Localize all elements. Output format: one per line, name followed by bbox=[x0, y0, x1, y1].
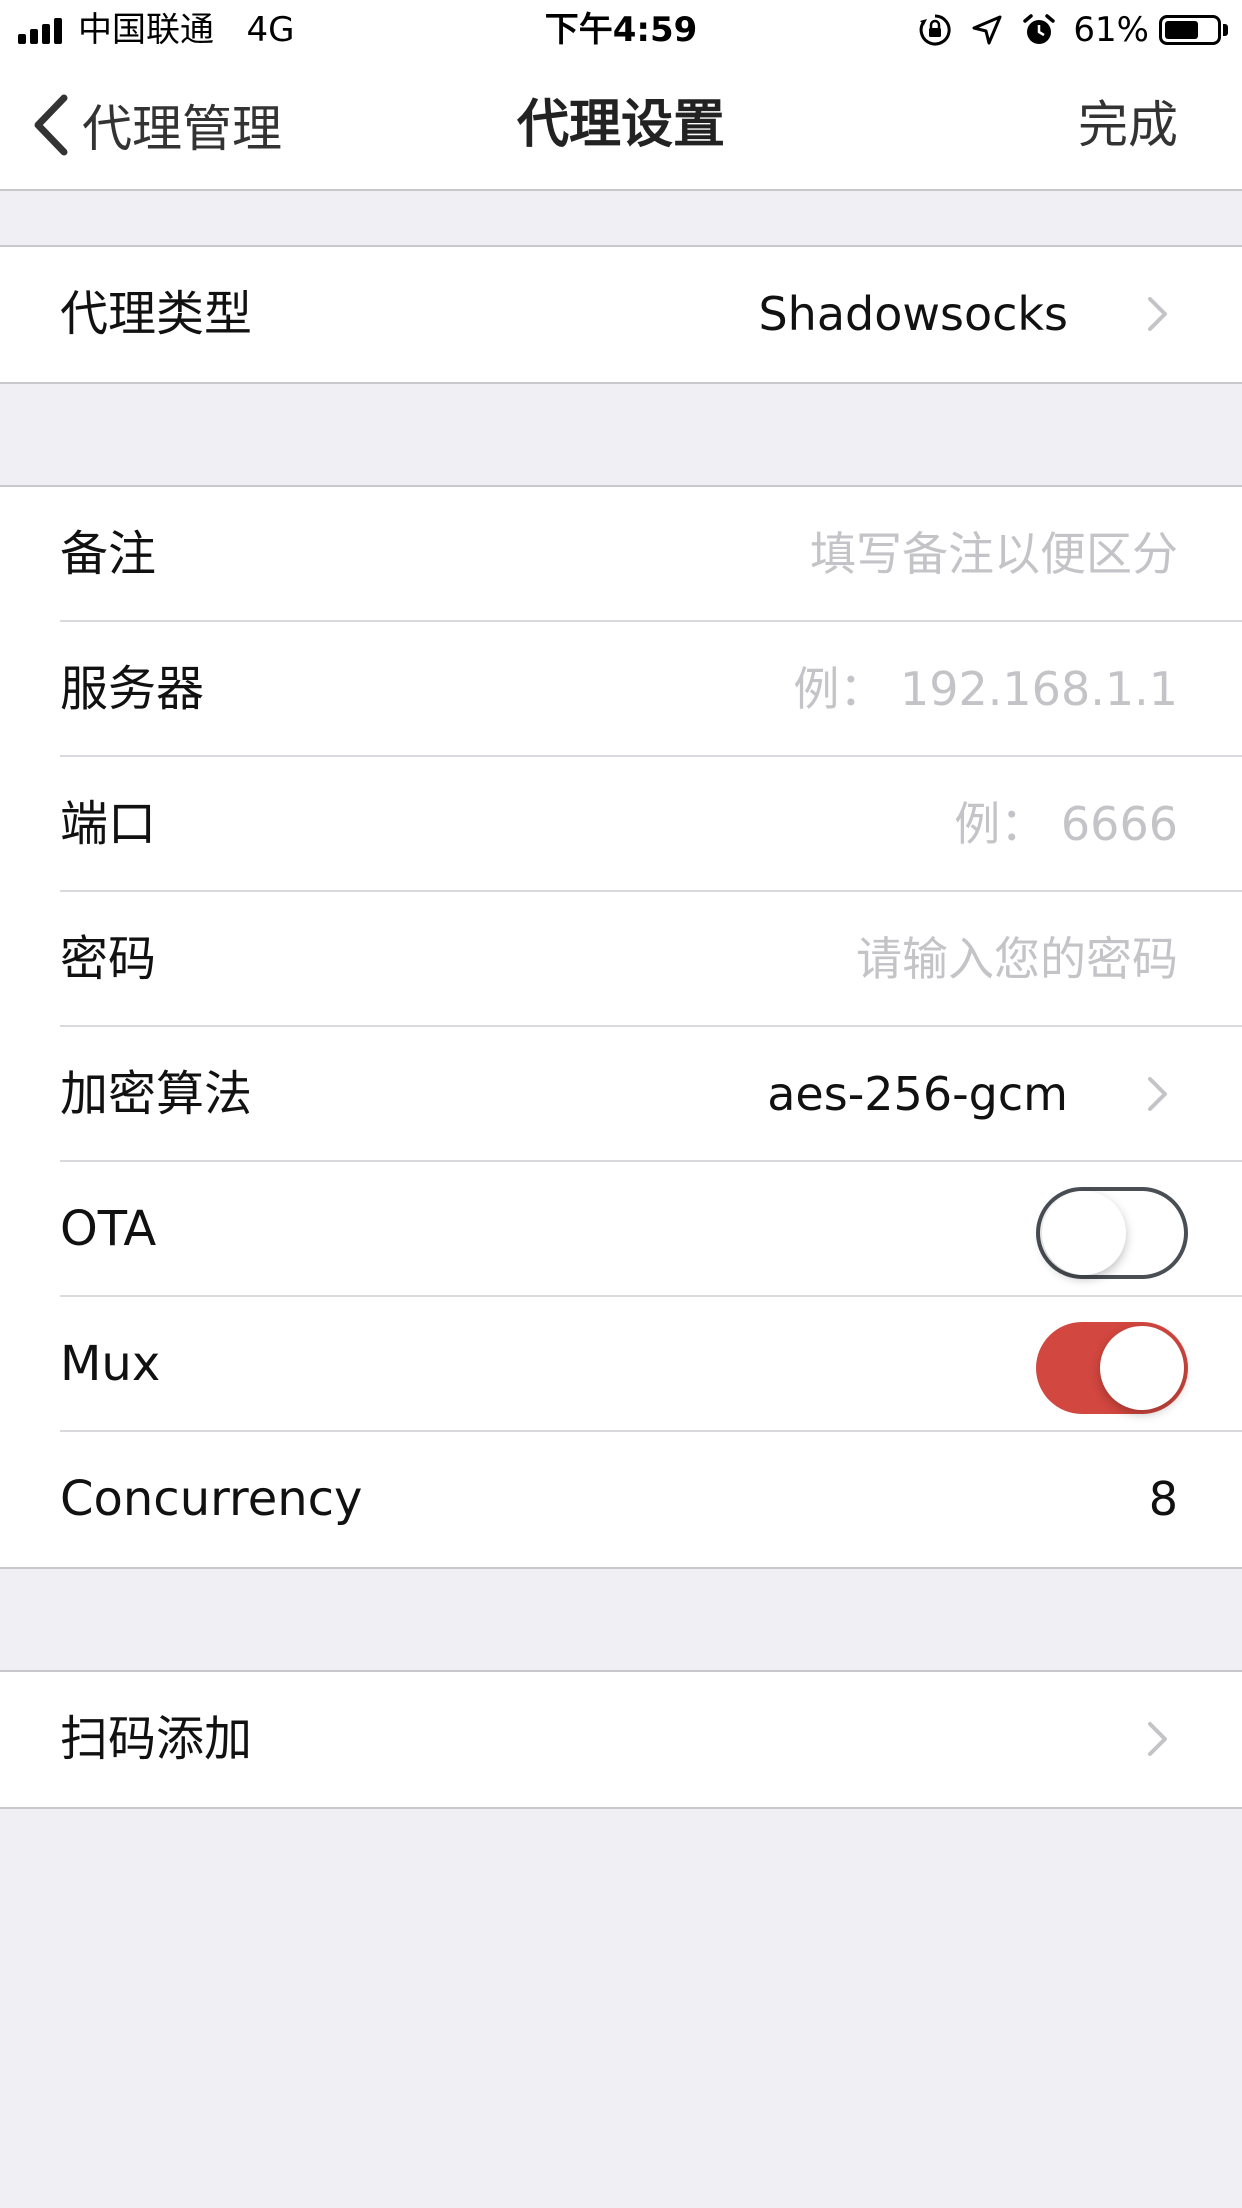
battery-icon bbox=[1159, 15, 1221, 45]
scan-add-label: 扫码添加 bbox=[60, 1711, 253, 1767]
ota-label: OTA bbox=[60, 1201, 157, 1257]
location-icon bbox=[969, 12, 1005, 48]
proxy-type-group: 代理类型 Shadowsocks bbox=[0, 245, 1242, 384]
port-input[interactable]: 例： 6666 bbox=[954, 757, 1178, 892]
concurrency-row[interactable]: Concurrency 8 bbox=[0, 1432, 1242, 1567]
mux-row: Mux bbox=[0, 1297, 1242, 1432]
chevron-left-icon bbox=[34, 94, 68, 156]
remark-label: 备注 bbox=[60, 526, 157, 582]
scan-add-row[interactable]: 扫码添加 bbox=[0, 1672, 1242, 1807]
done-button[interactable]: 完成 bbox=[1078, 60, 1178, 190]
remark-row[interactable]: 备注 填写备注以便区分 bbox=[0, 487, 1242, 622]
proxy-type-label: 代理类型 bbox=[60, 286, 253, 342]
scan-group: 扫码添加 bbox=[0, 1670, 1242, 1809]
navigation-bar: 代理管理 代理设置 完成 bbox=[0, 60, 1242, 191]
proxy-type-value: Shadowsocks bbox=[758, 287, 1068, 341]
toggle-knob bbox=[1100, 1326, 1184, 1410]
back-button-label: 代理管理 bbox=[82, 100, 282, 158]
password-input[interactable]: 请输入您的密码 bbox=[856, 892, 1178, 1027]
orientation-lock-icon bbox=[917, 12, 953, 48]
concurrency-value: 8 bbox=[1148, 1472, 1178, 1526]
cipher-label: 加密算法 bbox=[60, 1066, 253, 1122]
server-label: 服务器 bbox=[60, 661, 205, 717]
ota-row: OTA bbox=[0, 1162, 1242, 1297]
cipher-row[interactable]: 加密算法 aes-256-gcm bbox=[0, 1027, 1242, 1162]
password-label: 密码 bbox=[60, 931, 157, 987]
server-input[interactable]: 例： 192.168.1.1 bbox=[793, 622, 1178, 757]
status-right-group: 61% bbox=[917, 10, 1228, 50]
alarm-icon bbox=[1021, 12, 1057, 48]
chevron-right-icon bbox=[1148, 1722, 1167, 1756]
port-label: 端口 bbox=[60, 796, 157, 852]
mux-toggle[interactable] bbox=[1036, 1322, 1188, 1414]
server-settings-group: 备注 填写备注以便区分 服务器 例： 192.168.1.1 端口 例： 666… bbox=[0, 485, 1242, 1569]
password-row[interactable]: 密码 请输入您的密码 bbox=[0, 892, 1242, 1027]
cipher-value: aes-256-gcm bbox=[767, 1067, 1068, 1121]
status-bar: 中国联通 4G 下午4:59 61% bbox=[0, 0, 1242, 60]
toggle-knob bbox=[1042, 1191, 1126, 1275]
chevron-right-icon bbox=[1148, 1077, 1167, 1111]
battery-cap bbox=[1223, 24, 1228, 36]
mux-label: Mux bbox=[60, 1336, 161, 1392]
battery-percent: 61% bbox=[1073, 10, 1149, 50]
port-row[interactable]: 端口 例： 6666 bbox=[0, 757, 1242, 892]
chevron-right-icon bbox=[1148, 297, 1167, 331]
ota-toggle[interactable] bbox=[1036, 1187, 1188, 1279]
concurrency-label: Concurrency bbox=[60, 1471, 363, 1527]
server-row[interactable]: 服务器 例： 192.168.1.1 bbox=[0, 622, 1242, 757]
proxy-type-row[interactable]: 代理类型 Shadowsocks bbox=[0, 247, 1242, 382]
screen: 中国联通 4G 下午4:59 61% 代理管理 代理设置 完成 代理类型 Sha… bbox=[0, 0, 1242, 2208]
back-button[interactable]: 代理管理 bbox=[28, 60, 282, 190]
remark-input[interactable]: 填写备注以便区分 bbox=[810, 487, 1178, 622]
